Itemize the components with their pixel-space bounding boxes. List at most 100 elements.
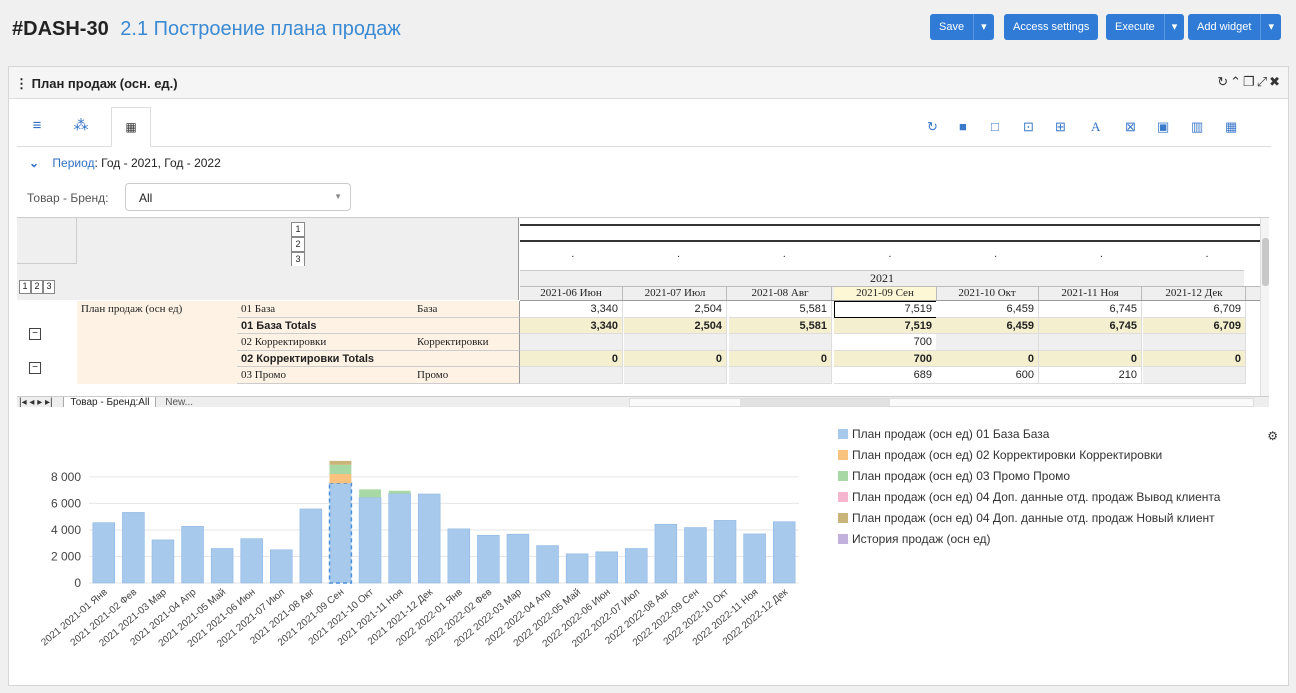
legend-item[interactable]: План продаж (осн ед) 04 Доп. данные отд.… <box>838 507 1220 528</box>
column-header[interactable]: 2021-11 Ноя <box>1039 287 1142 300</box>
collapse-row-button-1[interactable]: − <box>29 328 41 340</box>
column-header[interactable]: 2021-10 Окт <box>936 287 1039 300</box>
table-cell[interactable]: 0 <box>729 350 832 367</box>
table-cell[interactable]: 0 <box>1039 350 1142 367</box>
row-level-button-1[interactable]: 1 <box>19 280 31 294</box>
table-cell[interactable]: 689 <box>834 367 937 384</box>
chevron-down-icon[interactable]: ⌄ <box>29 156 39 170</box>
table-cell[interactable]: 7,519 <box>834 301 937 318</box>
save-dropdown-button[interactable]: ▾ <box>974 14 994 40</box>
table-cell[interactable]: 7,519 <box>834 317 937 334</box>
legend-item[interactable]: План продаж (осн ед) 02 Корректировки Ко… <box>838 444 1220 465</box>
empty-square-icon[interactable]: □ <box>991 119 999 134</box>
dashboard-name[interactable]: 2.1 Построение плана продаж <box>120 18 400 40</box>
row-label-item[interactable] <box>413 350 520 367</box>
drag-handle-icon[interactable]: ⋮ <box>15 76 28 91</box>
period-filter[interactable]: ⌄ Период: Год - 2021, Год - 2022 <box>29 156 221 170</box>
reload-icon[interactable]: ↻ <box>927 119 938 135</box>
add-widget-dropdown-button[interactable]: ▾ <box>1261 14 1281 40</box>
sheet-tab-brand[interactable]: Товар - Бренд:All <box>63 397 157 407</box>
refresh-icon[interactable]: ↻ <box>1217 74 1230 89</box>
row-label-item[interactable]: Промо <box>413 367 520 384</box>
col-level-button-3[interactable]: 3 <box>291 252 305 266</box>
table-cell[interactable]: 3,340 <box>520 317 623 334</box>
table-cell[interactable]: 6,745 <box>1039 301 1142 318</box>
scrollbar-thumb[interactable] <box>1262 238 1269 286</box>
legend-item[interactable]: План продаж (осн ед) 03 Промо Промо <box>838 465 1220 486</box>
resize-icon[interactable]: ⊞ <box>1055 119 1066 135</box>
row-label-item[interactable] <box>413 317 520 334</box>
save-button[interactable]: Save <box>930 14 975 40</box>
column-header[interactable]: 2021-07 Июл <box>624 287 727 300</box>
table-cell[interactable] <box>624 334 727 351</box>
table-cell[interactable] <box>624 367 727 384</box>
vertical-scrollbar[interactable] <box>1260 218 1269 396</box>
close-icon[interactable]: ✖ <box>1269 74 1282 89</box>
pivot-grid[interactable]: 1 2 3 1 2 3 · · · · · · · 2021 2021-06 Июн 2021… <box>17 217 1269 407</box>
column-header[interactable]: 2021-06 Июн <box>520 287 623 300</box>
table-cell[interactable]: 2,504 <box>624 317 727 334</box>
row-label-measure[interactable]: План продаж (осн ед) <box>77 301 237 318</box>
legend-item[interactable]: План продаж (осн ед) 04 Доп. данные отд.… <box>838 486 1220 507</box>
access-settings-button[interactable]: Access settings <box>1004 14 1099 40</box>
table-cell[interactable] <box>1039 334 1142 351</box>
sheet-tab-new[interactable]: New... <box>165 397 193 407</box>
table-cell[interactable]: 6,745 <box>1039 317 1142 334</box>
table-cell[interactable]: 0 <box>520 350 623 367</box>
table-cell[interactable]: 210 <box>1039 367 1142 384</box>
column-header[interactable]: 2021-09 Сен <box>834 287 937 300</box>
copy-icon[interactable]: ❐ <box>1243 74 1257 89</box>
chart-icon[interactable]: ▥ <box>1191 119 1203 135</box>
row-label-group[interactable]: 02 Корректировки <box>237 334 413 351</box>
table-cell[interactable] <box>729 334 832 351</box>
table-cell[interactable]: 5,581 <box>729 317 832 334</box>
add-widget-button[interactable]: Add widget <box>1188 14 1262 40</box>
execute-button[interactable]: Execute <box>1106 14 1165 40</box>
save-icon[interactable]: ▣ <box>1157 119 1169 135</box>
legend-item[interactable]: План продаж (осн ед) 01 База База <box>838 423 1220 444</box>
table-cell[interactable] <box>520 367 623 384</box>
collapse-row-button-2[interactable]: − <box>29 362 41 374</box>
excel-icon[interactable]: ⊠ <box>1125 119 1136 135</box>
legend-item[interactable]: История продаж (осн ед) <box>838 528 1220 549</box>
row-label-group[interactable]: 03 Промо <box>237 367 413 384</box>
table-cell[interactable] <box>1143 367 1246 384</box>
table-cell[interactable] <box>1143 334 1246 351</box>
table-cell[interactable] <box>729 367 832 384</box>
collapse-icon[interactable]: ⌃ <box>1230 74 1243 89</box>
table-cell[interactable]: 600 <box>936 367 1039 384</box>
tab-table-icon[interactable]: ▦ <box>111 107 151 147</box>
row-label-item[interactable]: База <box>413 301 520 318</box>
widget-title[interactable]: ⋮ План продаж (осн. ед.) <box>15 76 178 92</box>
tab-list-icon[interactable]: ≡ <box>17 107 57 147</box>
fit-icon[interactable]: ⊡ <box>1023 119 1034 135</box>
horizontal-scrollbar[interactable] <box>629 398 1254 407</box>
tab-cubes-icon[interactable]: ⁂ <box>61 107 101 147</box>
table-cell[interactable]: 5,581 <box>729 301 832 318</box>
table-cell[interactable]: 700 <box>834 350 937 367</box>
column-header[interactable]: 2021-12 Дек <box>1143 287 1246 300</box>
row-label-item[interactable]: Корректировки <box>413 334 520 351</box>
table-cell[interactable]: 6,459 <box>936 301 1039 318</box>
row-label-group[interactable]: 01 База <box>237 301 413 318</box>
execute-dropdown-button[interactable]: ▾ <box>1164 14 1185 40</box>
table-cell[interactable]: 6,459 <box>936 317 1039 334</box>
table-cell[interactable]: 700 <box>834 334 937 351</box>
row-label-measure[interactable] <box>77 350 237 367</box>
table-cell[interactable] <box>520 334 623 351</box>
table-cell[interactable]: 0 <box>936 350 1039 367</box>
row-label-group[interactable]: 01 База Totals <box>237 317 413 334</box>
row-label-measure[interactable] <box>77 367 237 384</box>
row-level-button-3[interactable]: 3 <box>43 280 55 294</box>
table-cell[interactable]: 0 <box>1143 350 1246 367</box>
row-label-measure[interactable] <box>77 317 237 334</box>
row-level-button-2[interactable]: 2 <box>31 280 43 294</box>
row-label-group[interactable]: 02 Корректировки Totals <box>237 350 413 367</box>
column-header[interactable]: 2021-08 Авг <box>729 287 832 300</box>
table-cell[interactable]: 3,340 <box>520 301 623 318</box>
table-cell[interactable]: 6,709 <box>1143 317 1246 334</box>
horizontal-scrollbar-thumb[interactable] <box>740 399 890 406</box>
table-cell[interactable] <box>936 334 1039 351</box>
col-level-button-1[interactable]: 1 <box>291 222 305 237</box>
expand-icon[interactable]: ⤢ <box>1257 74 1269 89</box>
